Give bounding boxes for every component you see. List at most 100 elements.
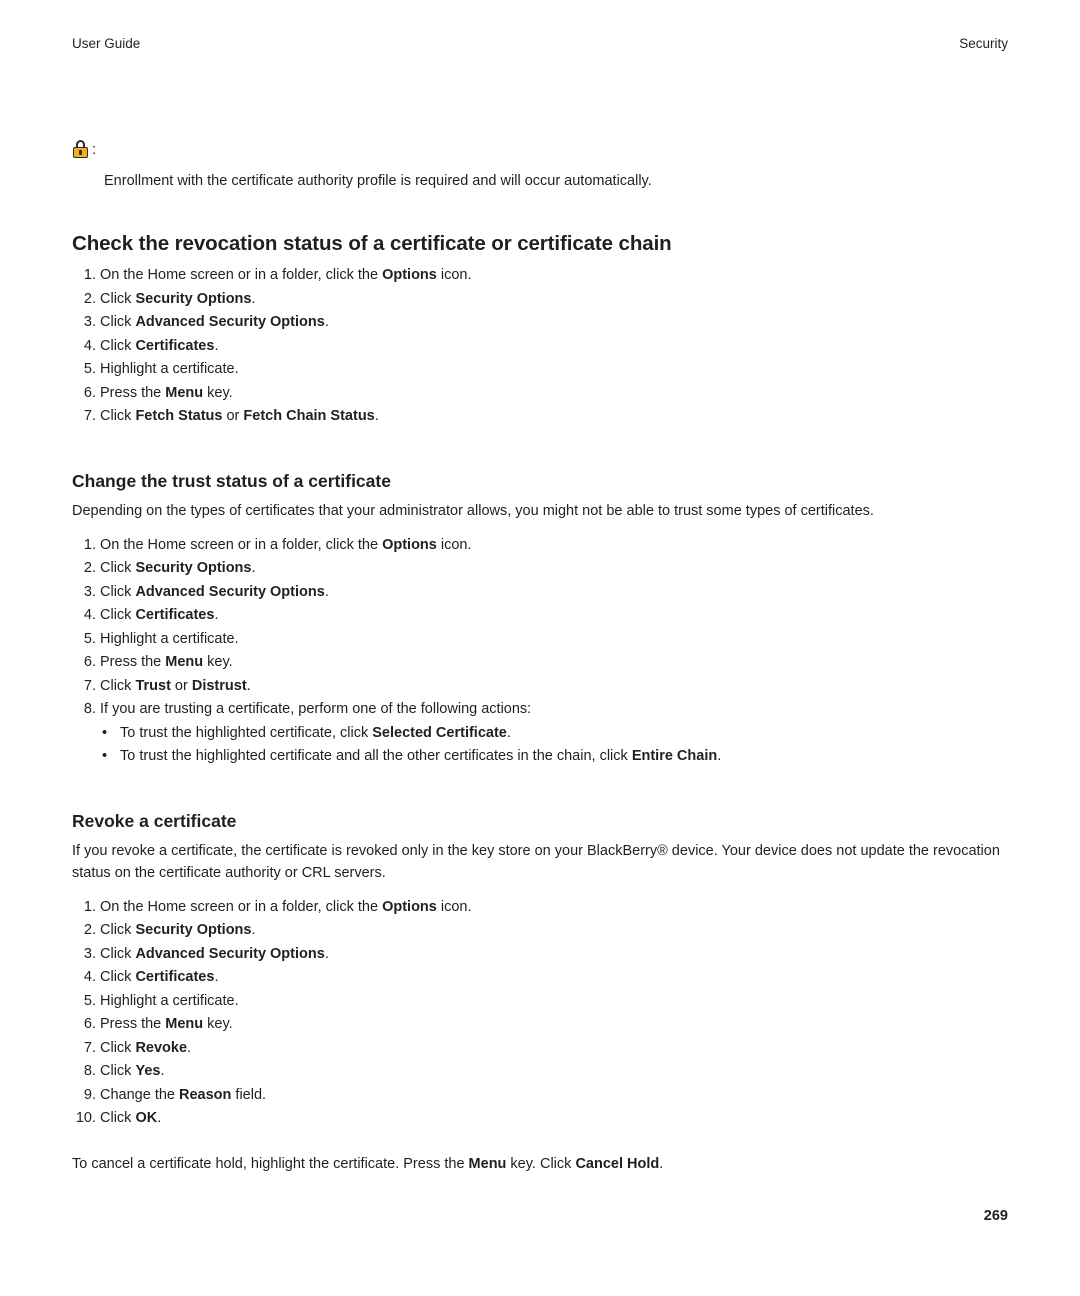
step-item: 1. On the Home screen or in a folder, cli… xyxy=(72,264,1008,288)
bullet-item: • To trust the highlighted certificate, c… xyxy=(100,722,1008,746)
step-item: 1. On the Home screen or in a folder, cli… xyxy=(72,534,1008,558)
body-text: . xyxy=(659,1155,664,1172)
step-number: 1. xyxy=(83,267,96,283)
step-number: 3. xyxy=(83,583,96,600)
step-item: 1. On the Home screen or in a folder, cli… xyxy=(72,896,1008,920)
step-number: 2. xyxy=(83,560,96,576)
body-text: Click xyxy=(100,314,136,330)
bullet-marker: • xyxy=(102,724,108,741)
page-header: User Guide Security xyxy=(72,36,1008,51)
body-text: Click xyxy=(100,1063,136,1079)
body-text: . xyxy=(214,969,219,985)
step-number: 2. xyxy=(83,922,96,938)
body-text: To cancel a certificate hold, highlight … xyxy=(72,1155,469,1172)
body-text: Highlight a certificate. xyxy=(100,361,239,377)
step-item: 6. Press the Menu key. xyxy=(72,382,1008,406)
step-number: 4. xyxy=(83,337,96,354)
step-item: 6. Press the Menu key. xyxy=(72,651,1008,675)
body-text: Click xyxy=(100,1039,136,1056)
body-text: . xyxy=(214,607,219,623)
step-item: 4. Click Certificates. xyxy=(72,604,1008,628)
emphasis-text: Reason xyxy=(179,1086,232,1103)
step-number: 5. xyxy=(83,992,96,1009)
body-text: If you are trusting a certificate, perfo… xyxy=(100,701,532,717)
emphasis-text: Selected Certificate xyxy=(372,724,507,741)
step-item: 8. Click Yes. xyxy=(72,1060,1008,1084)
step-number: 3. xyxy=(83,945,96,962)
emphasis-text: Cancel Hold xyxy=(575,1155,660,1172)
body-text: Click xyxy=(100,408,136,424)
emphasis-text: OK xyxy=(135,1110,158,1126)
body-text: key. Click xyxy=(506,1155,576,1172)
note-text: Enrollment with the certificate authorit… xyxy=(104,173,652,189)
step-item: 2. Click Security Options. xyxy=(72,557,1008,581)
emphasis-text: Entire Chain xyxy=(631,748,718,764)
step-item: 7. Click Fetch Status or Fetch Chain Stat… xyxy=(72,405,1008,429)
document-page: User Guide Security : Enrollment with th… xyxy=(0,0,1080,1296)
note-block: : xyxy=(72,140,1008,160)
body-text: key. xyxy=(203,384,233,401)
bullet-list: • To trust the highlighted certificate, c… xyxy=(100,722,1008,769)
emphasis-text: Certificates xyxy=(135,337,215,354)
body-text: . xyxy=(160,1063,165,1079)
body-text: . xyxy=(251,290,256,307)
body-text: . xyxy=(157,1110,162,1126)
body-text: . xyxy=(324,583,329,600)
step-item: 7. Click Revoke. xyxy=(72,1037,1008,1061)
emphasis-text: Security Options xyxy=(135,290,252,307)
emphasis-text: Advanced Security Options xyxy=(135,945,325,962)
body-text: . xyxy=(187,1039,192,1056)
step-item: 3. Click Advanced Security Options. xyxy=(72,943,1008,967)
step-number: 6. xyxy=(83,654,96,670)
body-text: . xyxy=(506,724,511,741)
body-text: . xyxy=(251,560,256,576)
header-right-label: Security xyxy=(959,36,1008,51)
body-text: or xyxy=(170,677,192,694)
bullet-item: • To trust the highlighted certificate an… xyxy=(100,745,1008,769)
emphasis-text: Options xyxy=(382,267,437,283)
body-text: Press the xyxy=(100,1016,166,1032)
body-text: Click xyxy=(100,607,136,623)
step-item: 7. Click Trust or Distrust. xyxy=(72,675,1008,699)
body-text: Click xyxy=(100,1110,136,1126)
body-text: On the Home screen or in a folder, click… xyxy=(100,898,383,915)
body-text: Press the xyxy=(100,654,166,670)
body-text: . xyxy=(324,945,329,962)
steps-list: 1. On the Home screen or in a folder, cli… xyxy=(72,534,1008,722)
emphasis-text: Fetch Status xyxy=(135,408,223,424)
step-item: 6. Press the Menu key. xyxy=(72,1013,1008,1037)
step-item: 8. If you are trusting a certificate, per… xyxy=(72,698,1008,722)
step-number: 1. xyxy=(83,898,96,915)
body-text: icon. xyxy=(436,898,472,915)
body-text: Change the xyxy=(100,1086,180,1103)
body-text: To trust the highlighted certificate and… xyxy=(120,748,632,764)
step-item: 4. Click Certificates. xyxy=(72,966,1008,990)
section-intro: Depending on the types of certificates t… xyxy=(72,502,874,519)
body-text: Click xyxy=(100,677,136,694)
step-item: 5. Highlight a certificate. xyxy=(72,628,1008,652)
body-text: . xyxy=(214,337,219,354)
body-text: Click xyxy=(100,969,136,985)
emphasis-text: Yes xyxy=(135,1063,161,1079)
step-number: 7. xyxy=(83,677,96,694)
body-text: Click xyxy=(100,922,136,938)
step-item: 5. Highlight a certificate. xyxy=(72,358,1008,382)
emphasis-text: Options xyxy=(382,898,437,915)
emphasis-text: Menu xyxy=(165,384,204,401)
body-text: Click xyxy=(100,583,136,600)
emphasis-text: Menu xyxy=(165,654,204,670)
page-number: 269 xyxy=(983,1208,1008,1224)
emphasis-text: Options xyxy=(382,536,437,553)
emphasis-text: Security Options xyxy=(135,560,252,576)
body-text: field. xyxy=(231,1086,267,1103)
step-item: 4. Click Certificates. xyxy=(72,335,1008,359)
step-number: 1. xyxy=(83,536,96,553)
section-heading: Check the revocation status of a certifi… xyxy=(72,232,672,255)
step-number: 6. xyxy=(83,384,96,401)
section-heading: Revoke a certificate xyxy=(72,810,237,831)
section-heading: Change the trust status of a certificate xyxy=(72,470,391,491)
body-text: key. xyxy=(203,1016,233,1032)
step-number: 5. xyxy=(83,361,96,377)
step-item: 3. Click Advanced Security Options. xyxy=(72,311,1008,335)
step-item: 5. Highlight a certificate. xyxy=(72,990,1008,1014)
